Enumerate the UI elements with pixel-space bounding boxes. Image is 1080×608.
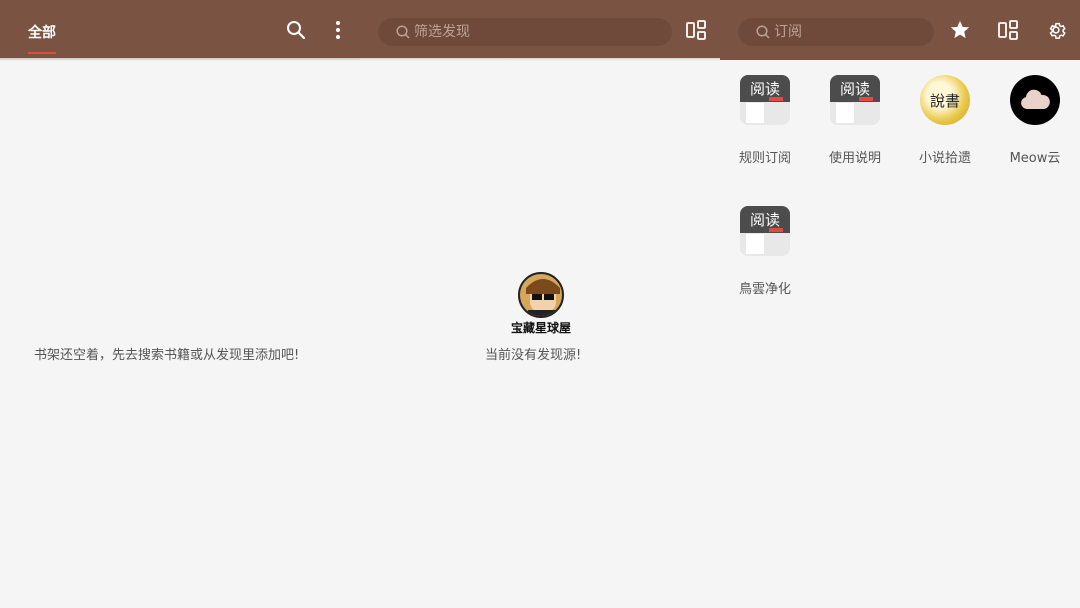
search-icon — [756, 25, 770, 39]
rss-item-label: 使用说明 — [828, 151, 881, 166]
rss-item[interactable]: 說書 小说拾遗 — [905, 75, 985, 166]
read-icon-text: 阅读 — [839, 80, 870, 98]
avatar — [518, 272, 564, 318]
gold-icon-text: 說書 — [929, 91, 960, 110]
panel-divider — [0, 58, 360, 61]
watermark-logo: 宝藏星球屋 — [504, 272, 578, 336]
discover-empty-message: 当前没有发现源! — [485, 348, 582, 363]
rss-item[interactable]: 阅读 规则订阅 — [725, 75, 805, 166]
discover-search-input[interactable] — [414, 24, 654, 40]
watermark-text: 宝藏星球屋 — [510, 321, 571, 335]
read-icon-text: 阅读 — [749, 80, 780, 98]
panel-divider — [360, 58, 720, 61]
rss-item-label: 规则订阅 — [738, 151, 791, 166]
group-filter-icon[interactable] — [996, 18, 1020, 42]
rss-search-input[interactable] — [774, 24, 924, 40]
star-icon[interactable] — [948, 18, 972, 42]
gear-icon[interactable] — [1044, 18, 1068, 42]
tab-all[interactable]: 全部 — [28, 22, 56, 42]
rss-item-label: 鳥雲净化 — [738, 282, 791, 297]
more-menu-icon[interactable] — [326, 18, 350, 42]
cloud-icon — [1010, 75, 1060, 125]
read-app-icon: 阅读 — [740, 206, 790, 256]
read-app-icon: 阅读 — [830, 75, 880, 125]
bookshelf-empty-message: 书架还空着，先去搜索书籍或从发现里添加吧! — [34, 348, 300, 363]
rss-item[interactable]: 阅读 使用说明 — [815, 75, 895, 166]
tab-indicator — [28, 52, 56, 54]
group-filter-icon[interactable] — [684, 18, 708, 42]
gold-seal-icon: 說書 — [920, 75, 970, 125]
rss-item-label: Meow云 — [1009, 151, 1061, 166]
search-icon — [396, 25, 410, 39]
rss-item-label: 小说拾遗 — [918, 151, 971, 166]
rss-item[interactable]: 阅读 鳥雲净化 — [725, 206, 805, 297]
rss-search-field[interactable] — [738, 18, 934, 46]
read-icon-text: 阅读 — [749, 211, 780, 229]
search-icon[interactable] — [284, 18, 308, 42]
rss-item[interactable]: Meow云 — [995, 75, 1075, 166]
discover-search-field[interactable] — [378, 18, 672, 46]
read-app-icon: 阅读 — [740, 75, 790, 125]
